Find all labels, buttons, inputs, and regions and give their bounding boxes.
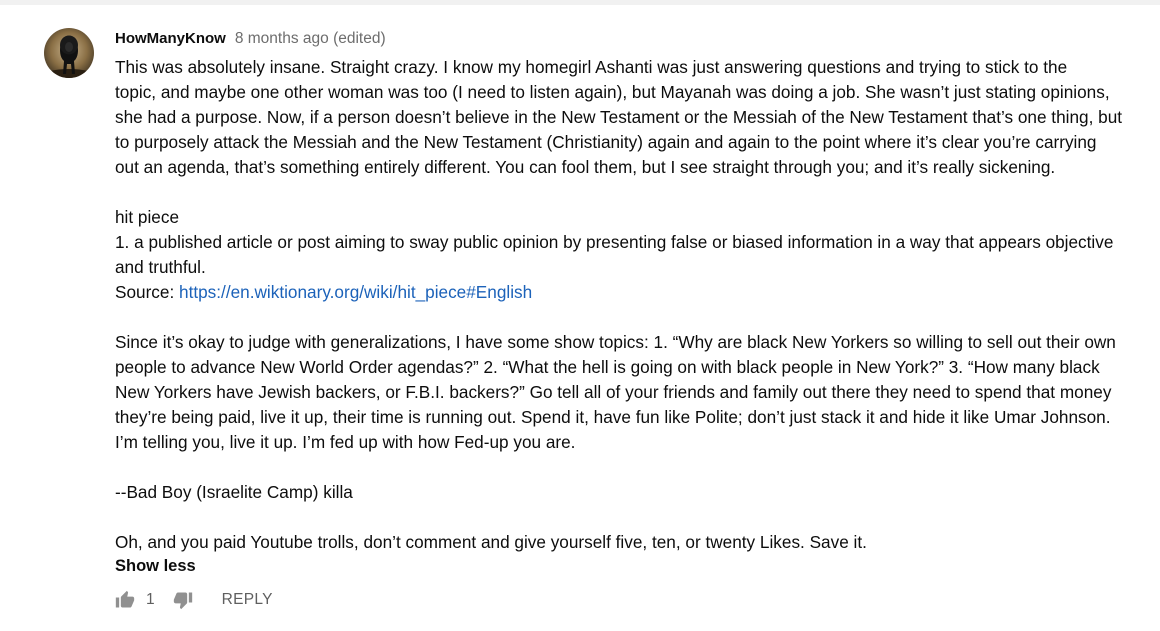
comment-line: to purposely attack the Messiah and the … [115,132,1097,152]
thumbs-up-icon [115,590,135,608]
source-line: Source: https://en.wiktionary.org/wiki/h… [115,280,1150,305]
source-link[interactable]: https://en.wiktionary.org/wiki/hit_piece… [179,282,532,302]
comment-line: New Yorkers have Jewish backers, or F.B.… [115,382,1112,402]
comment-line: hit piece [115,207,180,227]
comment-line: 1. a published article or post aiming to… [115,232,1114,252]
reply-button[interactable]: REPLY [222,591,273,609]
comment-line: This was absolutely insane. Straight cra… [115,57,1068,77]
comment-line: out an agenda, that’s something entirely… [115,157,1056,177]
comment-line: topic, and maybe one other woman was too… [115,82,1110,102]
comment-actions: 1 REPLY [115,588,273,612]
show-less-button[interactable]: Show less [115,555,196,577]
lion-avatar-image [44,28,94,78]
comment-text: This was absolutely insane. Straight cra… [115,55,1150,555]
comment-timestamp[interactable]: 8 months ago (edited) [235,30,386,48]
dislike-button[interactable] [173,590,193,610]
thumbs-down-icon [173,592,192,610]
comment-line: and truthful. [115,257,206,277]
comment-line: Oh, and you paid Youtube trolls, don’t c… [115,532,867,552]
comment-line: Since it’s okay to judge with generaliza… [115,332,1116,352]
top-divider [0,0,1160,5]
comment-line: she had a purpose. Now, if a person does… [115,107,1123,127]
comment-line: I’m telling you, live it up. I’m fed up … [115,432,576,452]
author-name[interactable]: HowManyKnow [115,30,226,47]
comment-line: people to advance New World Order agenda… [115,357,1100,377]
comment-line: they’re being paid, live it up, their ti… [115,407,1111,427]
author-avatar[interactable] [44,28,94,78]
comment-header: HowManyKnow 8 months ago (edited) [115,30,1150,50]
source-label: Source: [115,282,180,302]
like-count: 1 [146,591,155,608]
like-button[interactable] [115,590,135,610]
comment-line: --Bad Boy (Israelite Camp) killa [115,482,353,502]
comment-body: HowManyKnow 8 months ago (edited) This w… [115,30,1150,577]
